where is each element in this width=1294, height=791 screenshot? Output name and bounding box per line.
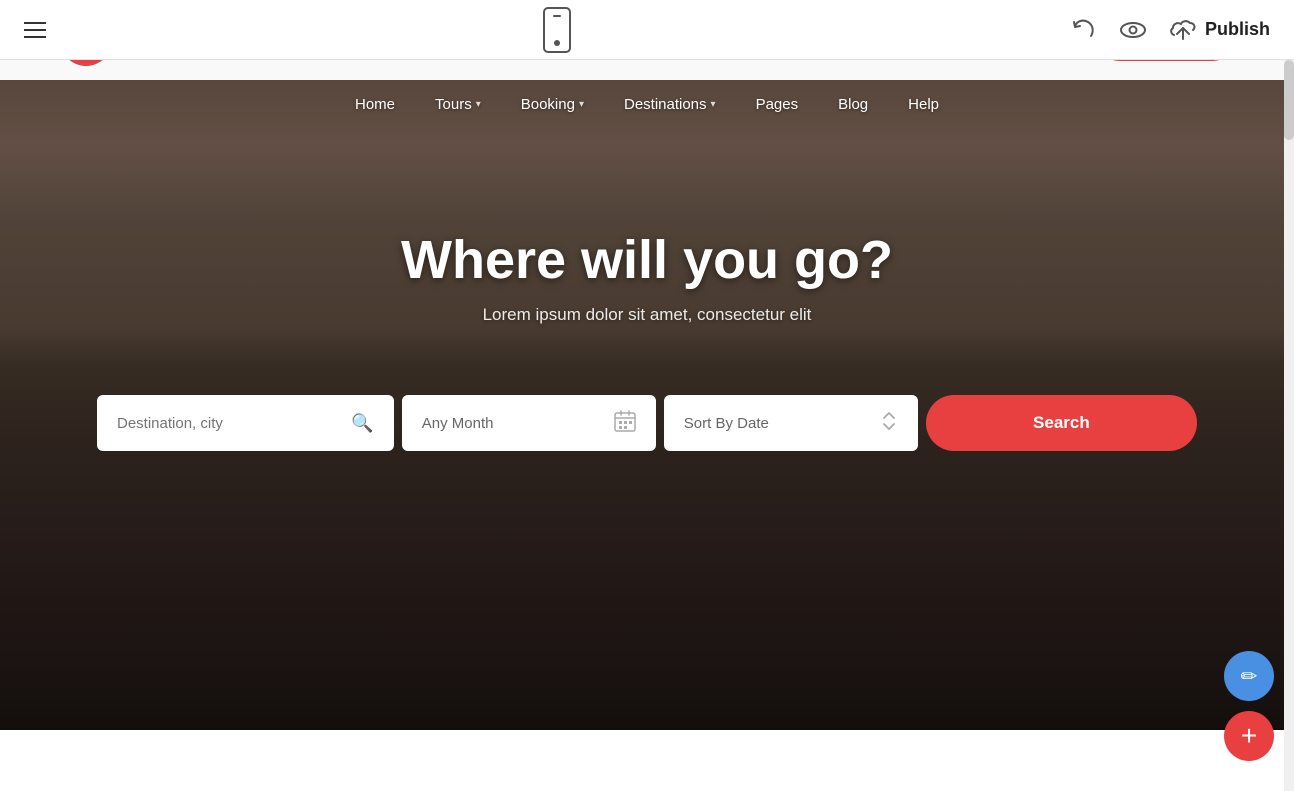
nav-item-tours[interactable]: Tours ▾ [435, 96, 481, 113]
fab-edit-button[interactable]: ✏ [1224, 651, 1274, 701]
toolbar-right: Publish [1069, 16, 1270, 44]
tours-caret: ▾ [476, 99, 481, 110]
cloud-upload-icon [1169, 18, 1197, 42]
toolbar-left [24, 22, 46, 38]
toolbar-center [543, 7, 571, 53]
hero-content: Where will you go? Lorem ipsum dolor sit… [0, 229, 1294, 325]
fab-add-button[interactable]: + [1224, 711, 1274, 761]
month-text: Any Month [422, 415, 494, 432]
hamburger-icon[interactable] [24, 22, 46, 38]
hero-subtitle: Lorem ipsum dolor sit amet, consectetur … [0, 305, 1294, 325]
edit-icon: ✏ [1241, 664, 1258, 689]
destination-search-icon: 🔍 [351, 413, 373, 434]
scrollbar-thumb[interactable] [1284, 60, 1294, 140]
destinations-caret: ▾ [711, 99, 716, 110]
search-bar: 🔍 Any Month Sort By Date [97, 395, 1197, 451]
fab-container: ✏ + [1224, 651, 1274, 761]
scrollbar[interactable] [1284, 60, 1294, 791]
undo-icon[interactable] [1069, 16, 1097, 44]
nav-item-pages[interactable]: Pages [756, 96, 799, 113]
publish-label: Publish [1205, 19, 1270, 40]
search-button[interactable]: Search [926, 395, 1197, 451]
hero-section: TravelM4 + (123) 1800-567-8990 + (456) 2… [0, 0, 1294, 730]
nav-item-home[interactable]: Home [355, 96, 395, 113]
sort-text: Sort By Date [684, 415, 769, 432]
nav-item-destinations[interactable]: Destinations ▾ [624, 96, 716, 113]
toolbar: Publish [0, 0, 1294, 60]
sort-arrows-icon [880, 410, 898, 437]
month-field[interactable]: Any Month [402, 395, 656, 451]
add-icon: + [1241, 720, 1257, 752]
site-nav: Home Tours ▾ Booking ▾ Destinations ▾ Pa… [0, 82, 1294, 127]
publish-button[interactable]: Publish [1169, 18, 1270, 42]
calendar-icon [614, 410, 636, 437]
mobile-preview-icon[interactable] [543, 7, 571, 53]
hero-title: Where will you go? [0, 229, 1294, 291]
nav-item-blog[interactable]: Blog [838, 96, 868, 113]
booking-caret: ▾ [579, 99, 584, 110]
nav-item-help[interactable]: Help [908, 96, 939, 113]
preview-icon[interactable] [1117, 16, 1149, 44]
destination-input[interactable] [117, 415, 351, 432]
destination-field[interactable]: 🔍 [97, 395, 394, 451]
nav-item-booking[interactable]: Booking ▾ [521, 96, 584, 113]
sort-field[interactable]: Sort By Date [664, 395, 918, 451]
